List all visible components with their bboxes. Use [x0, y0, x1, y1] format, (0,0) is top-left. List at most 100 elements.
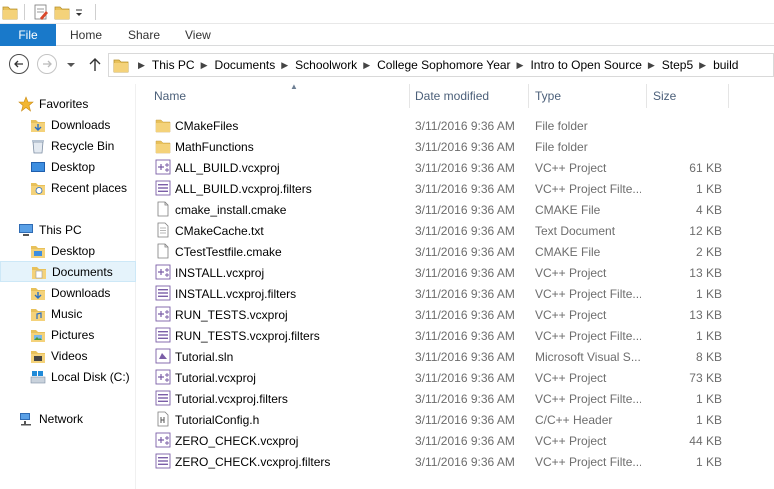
table-row[interactable]: CTestTestfile.cmake 3/11/2016 9:36 AM CMAK… [137, 241, 774, 262]
breadcrumb-chevron-icon: ▶ [281, 59, 289, 70]
nav-this-pc[interactable]: This PC [18, 219, 136, 240]
nav-item-label: Documents [52, 264, 113, 279]
breadcrumb-college-sophomore-year[interactable]: ▶ College Sophomore Year [357, 58, 510, 72]
vcxproj-icon [155, 306, 171, 322]
nav-item-videos[interactable]: Videos [30, 345, 136, 366]
nav-item-desktop[interactable]: Desktop [30, 156, 136, 177]
table-row[interactable]: ZERO_CHECK.vcxproj.filters 3/11/2016 9:36… [137, 451, 774, 472]
toolbar-divider [24, 4, 25, 20]
up-arrow-icon[interactable] [88, 56, 102, 72]
file-name: ZERO_CHECK.vcxproj [175, 433, 299, 448]
back-button[interactable] [9, 54, 29, 74]
file-date-modified: 3/11/2016 9:36 AM [415, 286, 515, 301]
file-list: ▲ Name Date modified Type Size CMakeFile… [137, 82, 774, 489]
nav-item-label: Recent places [51, 180, 128, 195]
nav-item-documents[interactable]: Documents [0, 261, 136, 282]
recent-locations-chevron-icon[interactable] [66, 61, 76, 69]
address-bar[interactable]: ▶ This PC ▶ Documents ▶ Schoolwork ▶ College… [108, 53, 774, 77]
table-row[interactable]: MathFunctions 3/11/2016 9:36 AM File folde… [137, 136, 774, 157]
file-size: 1 KB [695, 328, 722, 343]
column-divider[interactable] [409, 84, 410, 108]
column-header-date-modified[interactable]: Date modified [415, 84, 527, 108]
file-date-modified: 3/11/2016 9:36 AM [415, 433, 515, 448]
nav-item-music[interactable]: Music [30, 303, 136, 324]
customize-toolbar-chevron-icon[interactable] [74, 3, 84, 21]
column-header-type[interactable]: Type [535, 84, 645, 108]
nav-item-pictures[interactable]: Pictures [30, 324, 136, 345]
table-row[interactable]: INSTALL.vcxproj 3/11/2016 9:36 AM VC++ Pro… [137, 262, 774, 283]
file-size: 13 KB [689, 265, 722, 280]
table-row[interactable]: Tutorial.vcxproj.filters 3/11/2016 9:36 A… [137, 388, 774, 409]
breadcrumb-schoolwork[interactable]: ▶ Schoolwork [275, 58, 357, 72]
forward-button[interactable] [37, 54, 57, 74]
file-type: File folder [535, 118, 588, 133]
folder-icon [113, 59, 129, 73]
nav-favorites-label: Favorites [39, 96, 89, 111]
quick-access-toolbar [0, 0, 774, 24]
column-divider[interactable] [528, 84, 529, 108]
nav-item-recent-places[interactable]: Recent places [30, 177, 136, 198]
file-size: 4 KB [695, 202, 722, 217]
tab-home[interactable]: Home [70, 24, 102, 46]
nav-network[interactable]: Network [18, 408, 136, 429]
column-header-size[interactable]: Size [653, 84, 723, 108]
breadcrumb-build[interactable]: ▶ build [693, 58, 738, 72]
file-type: VC++ Project [535, 370, 607, 385]
table-row[interactable]: ZERO_CHECK.vcxproj 3/11/2016 9:36 AM VC++ … [137, 430, 774, 451]
column-divider[interactable] [728, 84, 729, 108]
breadcrumb-this-pc[interactable]: ▶ This PC [132, 58, 195, 72]
star-icon [18, 95, 34, 112]
vcxproj-icon [155, 369, 171, 385]
new-folder-icon[interactable] [54, 3, 70, 21]
file-date-modified: 3/11/2016 9:36 AM [415, 370, 515, 385]
nav-item-local-disk[interactable]: Local Disk (C:) [30, 366, 136, 387]
table-row[interactable]: ALL_BUILD.vcxproj 3/11/2016 9:36 AM VC++ P… [137, 157, 774, 178]
table-row[interactable]: RUN_TESTS.vcxproj 3/11/2016 9:36 AM VC++ P… [137, 304, 774, 325]
table-row[interactable]: RUN_TESTS.vcxproj.filters 3/11/2016 9:36 … [137, 325, 774, 346]
nav-item-downloads[interactable]: Downloads [30, 282, 136, 303]
column-divider[interactable] [646, 84, 647, 108]
column-header-name[interactable]: ▲ Name [154, 82, 409, 108]
solution-icon [155, 348, 171, 364]
text-file-icon [157, 222, 169, 238]
tab-share[interactable]: Share [128, 24, 160, 46]
table-row[interactable]: CMakeCache.txt 3/11/2016 9:36 AM Text Docu… [137, 220, 774, 241]
table-row[interactable]: TutorialConfig.h 3/11/2016 9:36 AM C/C++ H… [137, 409, 774, 430]
file-type: C/C++ Header [535, 412, 613, 427]
desktop-icon [31, 161, 45, 172]
folder-icon[interactable] [2, 3, 18, 21]
breadcrumb-chevron-icon: ▶ [647, 59, 655, 70]
file-name: CMakeFiles [175, 118, 239, 133]
tab-file[interactable]: File [0, 24, 56, 46]
nav-item-desktop[interactable]: Desktop [30, 240, 136, 261]
desktop-folder-icon [31, 245, 45, 258]
tab-view[interactable]: View [185, 24, 211, 46]
filters-icon [155, 390, 171, 406]
table-row[interactable]: CMakeFiles 3/11/2016 9:36 AM File folder [137, 115, 774, 136]
file-type: VC++ Project [535, 307, 607, 322]
nav-favorites[interactable]: Favorites [18, 93, 136, 114]
file-type: Microsoft Visual S... [535, 349, 641, 364]
header-file-icon [157, 411, 169, 427]
file-name: CTestTestfile.cmake [175, 244, 282, 259]
breadcrumb-chevron-icon: ▶ [516, 59, 524, 70]
videos-folder-icon [31, 350, 45, 363]
file-icon [157, 201, 169, 217]
table-row[interactable]: Tutorial.sln 3/11/2016 9:36 AM Microsoft V… [137, 346, 774, 367]
file-date-modified: 3/11/2016 9:36 AM [415, 139, 515, 154]
breadcrumb-intro-to-open-source[interactable]: ▶ Intro to Open Source [511, 58, 642, 72]
nav-item-downloads[interactable]: Downloads [30, 114, 136, 135]
table-row[interactable]: Tutorial.vcxproj 3/11/2016 9:36 AM VC++ Pr… [137, 367, 774, 388]
file-type: VC++ Project [535, 160, 607, 175]
file-size: 1 KB [695, 181, 722, 196]
breadcrumb-step5[interactable]: ▶ Step5 [642, 58, 693, 72]
breadcrumb-documents[interactable]: ▶ Documents [195, 58, 276, 72]
pictures-folder-icon [31, 329, 45, 342]
vcxproj-icon [155, 159, 171, 175]
nav-item-recycle-bin[interactable]: Recycle Bin [30, 135, 136, 156]
table-row[interactable]: cmake_install.cmake 3/11/2016 9:36 AM CMAK… [137, 199, 774, 220]
properties-icon[interactable] [33, 3, 49, 21]
table-row[interactable]: INSTALL.vcxproj.filters 3/11/2016 9:36 AM… [137, 283, 774, 304]
file-name: MathFunctions [175, 139, 254, 154]
table-row[interactable]: ALL_BUILD.vcxproj.filters 3/11/2016 9:36 … [137, 178, 774, 199]
